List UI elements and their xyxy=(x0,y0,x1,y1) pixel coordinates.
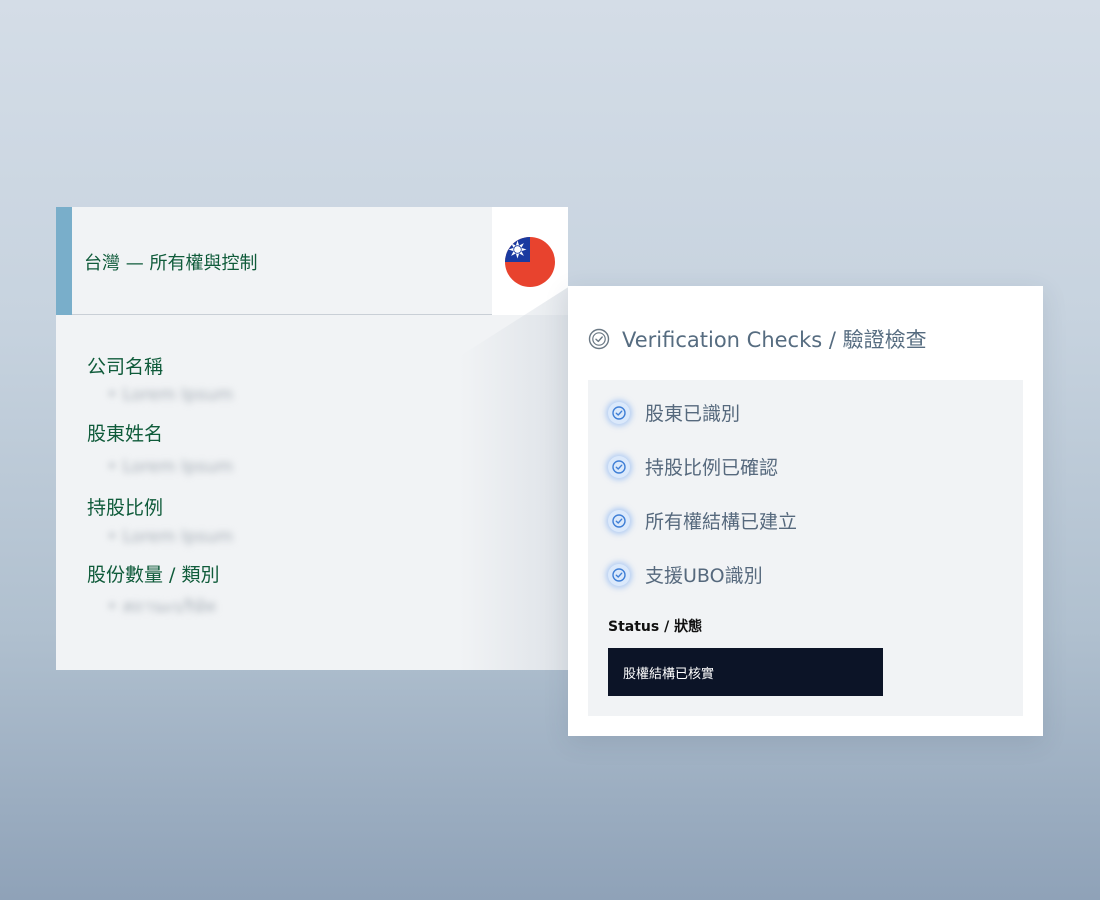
check-item: 支援UBO識別 xyxy=(608,561,763,588)
check-label: 所有權結構已建立 xyxy=(645,511,798,533)
field-value-company-name: • Lorem Ipsum xyxy=(107,385,234,405)
check-badge-icon xyxy=(608,401,630,424)
field-label-company-name: 公司名稱 xyxy=(87,356,164,378)
check-badge-icon xyxy=(608,455,630,478)
field-value-share-quantity-class: • สถานะบริษัท xyxy=(107,597,216,617)
field-label-share-quantity-class: 股份數量 / 類別 xyxy=(87,564,220,586)
verification-card-title: Verification Checks / 驗證檢查 xyxy=(622,328,927,352)
check-label: 持股比例已確認 xyxy=(645,457,779,479)
ownership-card-header: 台灣 — 所有權與控制 xyxy=(56,207,568,315)
status-label: Status / 狀態 xyxy=(608,619,703,635)
accent-bar xyxy=(56,207,72,315)
field-value-ownership-percentage: • Lorem Ipsum xyxy=(107,527,234,547)
check-badge-icon xyxy=(608,563,630,586)
check-label: 支援UBO識別 xyxy=(645,565,763,587)
check-item: 股東已識別 xyxy=(608,399,740,426)
check-badge-icon xyxy=(608,509,630,532)
canvas: 台灣 — 所有權與控制 公司名稱 • Lorem Ipsum 股東姓名 • Lo… xyxy=(0,0,1100,900)
taiwan-flag-icon xyxy=(505,237,555,287)
check-label: 股東已識別 xyxy=(645,403,741,425)
check-item: 持股比例已確認 xyxy=(608,453,778,480)
ownership-card-title: 台灣 — 所有權與控制 xyxy=(84,253,258,274)
field-label-shareholder-name: 股東姓名 xyxy=(87,423,164,445)
verification-panel: 股東已識別 持股比例已確認 所有權結構已建立 支援UBO識別 Status / … xyxy=(588,380,1023,716)
status-badge: 股權結構已核實 xyxy=(608,648,883,696)
verification-card-header: Verification Checks / 驗證檢查 xyxy=(588,324,927,354)
verification-card: Verification Checks / 驗證檢查 股東已識別 持股比例已確認… xyxy=(568,286,1043,736)
check-item: 所有權結構已建立 xyxy=(608,507,797,534)
check-circle-outline-icon xyxy=(588,328,610,350)
field-value-shareholder-name: • Lorem Ipsum xyxy=(107,457,234,477)
field-label-ownership-percentage: 持股比例 xyxy=(87,497,164,519)
